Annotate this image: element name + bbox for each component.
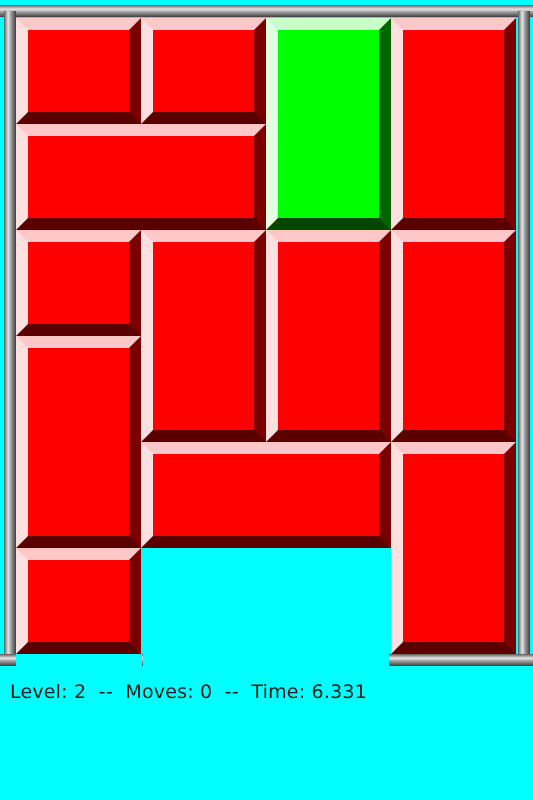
- block-b5[interactable]: [16, 230, 141, 336]
- block-b4[interactable]: [16, 124, 266, 230]
- board-frame-left: [4, 11, 16, 661]
- block-b7[interactable]: [266, 230, 391, 442]
- status-bar: Level: 2 -- Moves: 0 -- Time: 6.331: [10, 681, 367, 703]
- block-b6[interactable]: [141, 230, 266, 442]
- exit-zone: [143, 550, 389, 676]
- block-b8[interactable]: [391, 230, 516, 442]
- block-b3[interactable]: [391, 18, 516, 230]
- block-b1[interactable]: [16, 18, 141, 124]
- block-b11[interactable]: [391, 442, 516, 654]
- game-board: [0, 0, 533, 676]
- block-b2[interactable]: [141, 18, 266, 124]
- board-frame-top: [0, 5, 533, 17]
- target-block[interactable]: [266, 18, 391, 230]
- board-frame-bottom-left: [0, 654, 16, 666]
- block-b9[interactable]: [16, 336, 141, 548]
- board-frame-right: [518, 11, 530, 661]
- block-b10[interactable]: [141, 442, 391, 548]
- block-b12[interactable]: [16, 548, 141, 654]
